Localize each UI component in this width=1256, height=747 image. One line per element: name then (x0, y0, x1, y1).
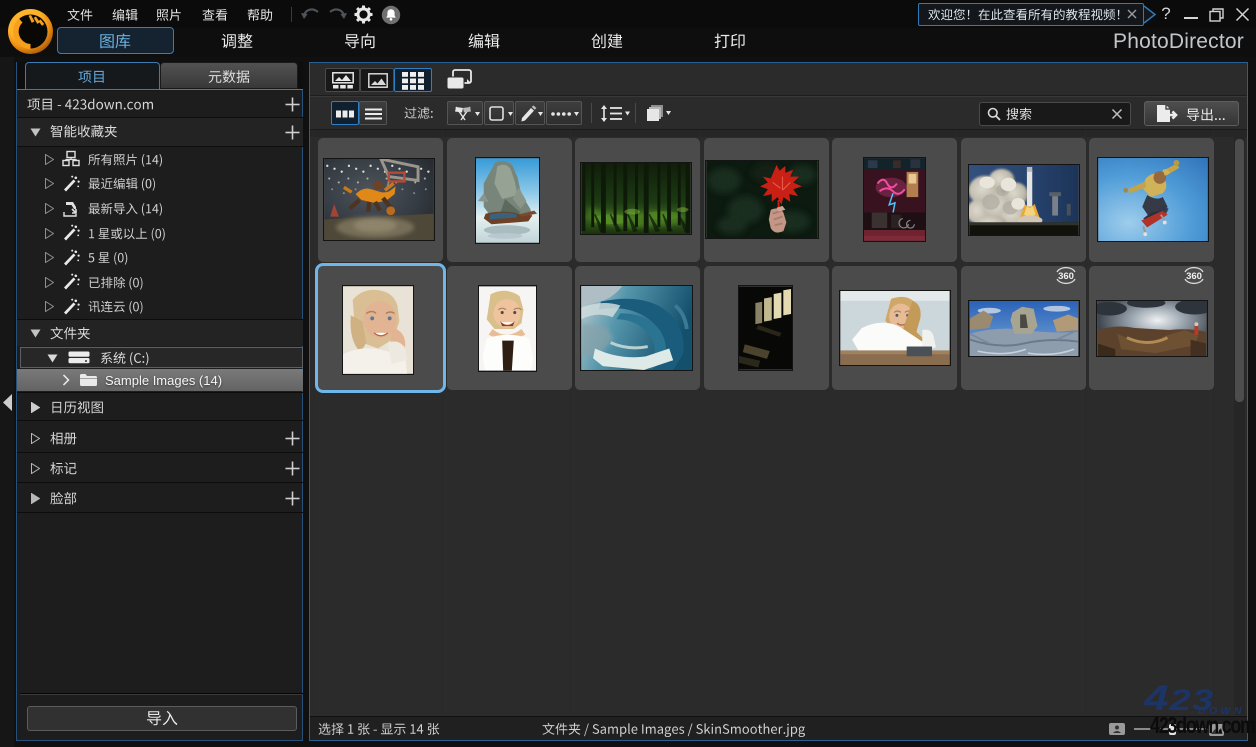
svg-text:360: 360 (1058, 271, 1074, 282)
svg-text:360: 360 (1186, 271, 1202, 282)
